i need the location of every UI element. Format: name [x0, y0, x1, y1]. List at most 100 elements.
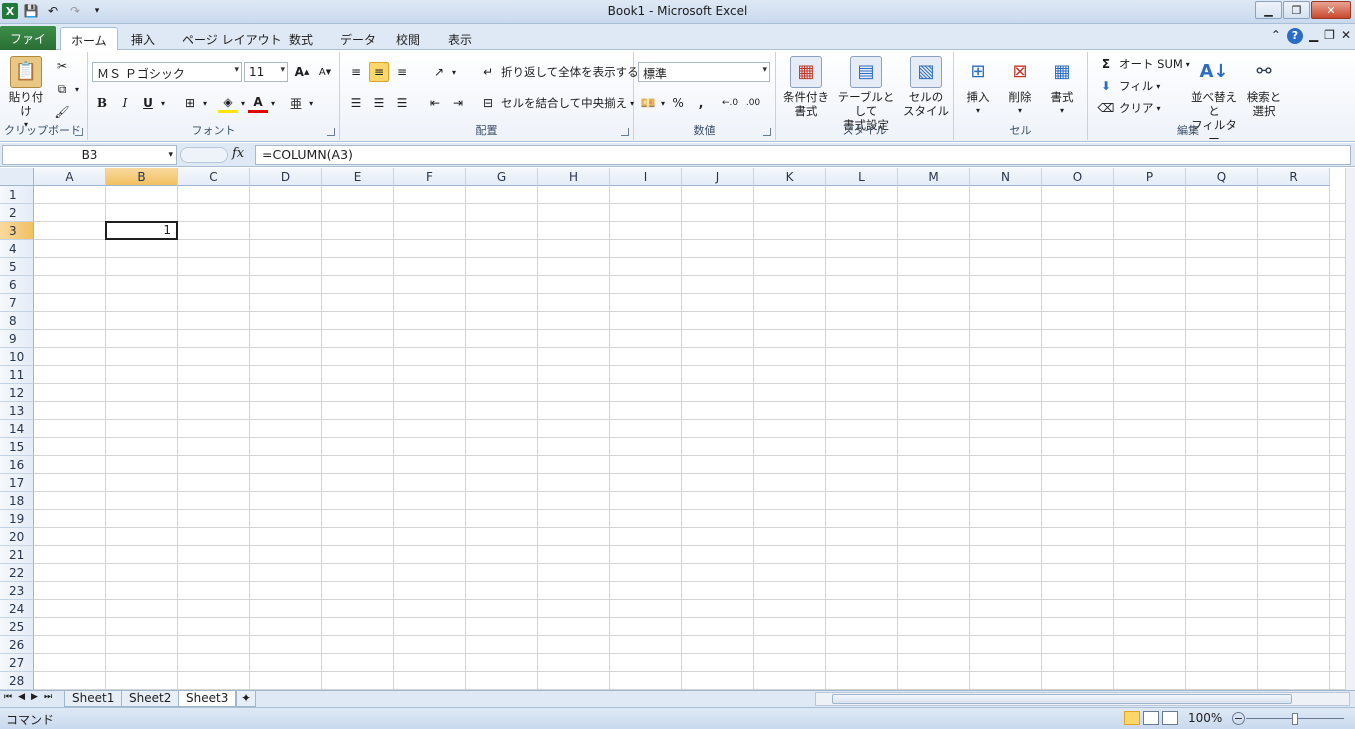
- row-header[interactable]: 22: [0, 564, 34, 582]
- conditional-format-button[interactable]: ▦ 条件付き 書式: [780, 56, 832, 118]
- font-color-icon[interactable]: A: [248, 93, 269, 113]
- column-header[interactable]: B: [106, 168, 178, 186]
- grow-font-icon[interactable]: A ▲: [292, 62, 312, 82]
- column-header[interactable]: G: [466, 168, 538, 186]
- tab-review[interactable]: 校閲: [386, 27, 430, 50]
- autosum-button[interactable]: Σ オート SUM ▾: [1096, 54, 1190, 74]
- align-left-icon[interactable]: ☰: [346, 93, 366, 113]
- row-header[interactable]: 1: [0, 186, 34, 204]
- column-header[interactable]: L: [826, 168, 898, 186]
- orientation-icon[interactable]: ↗: [429, 62, 449, 82]
- zoom-level[interactable]: 100%: [1188, 711, 1222, 725]
- align-top-icon[interactable]: ≡: [346, 62, 366, 82]
- row-header[interactable]: 14: [0, 420, 34, 438]
- dialog-launcher-icon[interactable]: [763, 128, 771, 136]
- format-painter-button[interactable]: 🖌: [52, 102, 72, 122]
- column-header[interactable]: H: [538, 168, 610, 186]
- row-header[interactable]: 21: [0, 546, 34, 564]
- row-header[interactable]: 17: [0, 474, 34, 492]
- dialog-launcher-icon[interactable]: [327, 128, 335, 136]
- format-cells-button[interactable]: ▦ 書式 ▾: [1042, 56, 1082, 118]
- sheet-tab-sheet3[interactable]: Sheet3: [178, 691, 237, 707]
- align-middle-icon[interactable]: ≡: [369, 62, 389, 82]
- currency-icon[interactable]: 💴: [638, 93, 658, 113]
- align-center-icon[interactable]: ☰: [369, 93, 389, 113]
- italic-button[interactable]: I: [115, 93, 135, 113]
- row-header[interactable]: 9: [0, 330, 34, 348]
- dialog-launcher-icon[interactable]: [75, 128, 83, 136]
- column-header[interactable]: P: [1114, 168, 1186, 186]
- select-all-button[interactable]: [0, 168, 34, 186]
- fill-button[interactable]: ⬇ フィル ▾: [1096, 76, 1160, 96]
- column-header[interactable]: K: [754, 168, 826, 186]
- slider-knob[interactable]: [1292, 713, 1298, 725]
- dialog-launcher-icon[interactable]: [621, 128, 629, 136]
- paste-button[interactable]: 📋 貼り付け ▾: [4, 56, 48, 132]
- column-header[interactable]: F: [394, 168, 466, 186]
- find-select-button[interactable]: ⚯ 検索と 選択: [1244, 56, 1284, 119]
- fill-color-icon[interactable]: ◈: [218, 93, 239, 113]
- comma-button[interactable]: ,: [691, 93, 711, 113]
- next-sheet-icon[interactable]: ▶: [31, 692, 38, 702]
- vertical-scrollbar[interactable]: [1345, 168, 1355, 690]
- insert-sheet-icon[interactable]: ✦: [236, 691, 257, 707]
- scroll-thumb[interactable]: [832, 694, 1292, 704]
- row-header[interactable]: 6: [0, 276, 34, 294]
- row-header[interactable]: 4: [0, 240, 34, 258]
- underline-button[interactable]: U: [138, 93, 158, 113]
- tab-formulas[interactable]: 数式: [279, 27, 323, 50]
- clear-button[interactable]: ⌫ クリア ▾: [1096, 98, 1161, 118]
- column-header[interactable]: O: [1042, 168, 1114, 186]
- column-header[interactable]: Q: [1186, 168, 1258, 186]
- tab-view[interactable]: 表示: [438, 27, 482, 50]
- font-size-combo[interactable]: 11 ▾: [244, 62, 288, 82]
- formula-controls[interactable]: [180, 147, 228, 163]
- prev-sheet-icon[interactable]: ◀: [18, 692, 25, 702]
- bold-button[interactable]: B: [92, 93, 112, 113]
- cell-b3[interactable]: 1: [105, 221, 178, 240]
- row-header[interactable]: 16: [0, 456, 34, 474]
- minimize-icon[interactable]: ▁: [1255, 1, 1282, 19]
- row-header[interactable]: 27: [0, 654, 34, 672]
- format-as-table-button[interactable]: ▤ テーブルとして 書式設定: [832, 56, 900, 132]
- font-name-combo[interactable]: ＭＳ Ｐゴシック ▾: [92, 62, 242, 82]
- row-header[interactable]: 26: [0, 636, 34, 654]
- column-header[interactable]: A: [34, 168, 106, 186]
- row-header[interactable]: 18: [0, 492, 34, 510]
- align-bottom-icon[interactable]: ≡: [392, 62, 412, 82]
- normal-view-icon[interactable]: [1124, 711, 1140, 725]
- minimize-ribbon-icon[interactable]: ⌃: [1271, 28, 1281, 44]
- align-right-icon[interactable]: ☰: [392, 93, 412, 113]
- row-header[interactable]: 23: [0, 582, 34, 600]
- worksheet-grid[interactable]: ABCDEFGHIJKLMNOPQR 1 2 3 4 5 6 7 8 9 10 11 12 13 14 15…: [0, 168, 1345, 690]
- decrease-indent-icon[interactable]: ⇤: [425, 93, 445, 113]
- doc-minimize-icon[interactable]: ▁: [1309, 28, 1318, 44]
- first-sheet-icon[interactable]: ⏮: [4, 692, 12, 702]
- last-sheet-icon[interactable]: ⏭: [44, 692, 52, 702]
- column-header[interactable]: N: [970, 168, 1042, 186]
- row-header[interactable]: 28: [0, 672, 34, 690]
- column-header[interactable]: J: [682, 168, 754, 186]
- help-icon[interactable]: ?: [1286, 28, 1303, 44]
- row-header[interactable]: 25: [0, 618, 34, 636]
- column-header[interactable]: C: [178, 168, 250, 186]
- row-header[interactable]: 11: [0, 366, 34, 384]
- tab-home[interactable]: ホーム: [60, 27, 118, 50]
- delete-cells-button[interactable]: ⊠ 削除 ▾: [1000, 56, 1040, 118]
- row-header[interactable]: 2: [0, 204, 34, 222]
- row-header[interactable]: 13: [0, 402, 34, 420]
- column-header[interactable]: D: [250, 168, 322, 186]
- chevron-down-icon[interactable]: ▾: [168, 146, 173, 164]
- row-header[interactable]: 19: [0, 510, 34, 528]
- border-icon[interactable]: ⊞: [180, 93, 200, 113]
- wrap-text-button[interactable]: ↵ 折り返して全体を表示する: [478, 62, 639, 82]
- copy-button[interactable]: ⧉ ▾: [52, 79, 79, 99]
- shrink-font-icon[interactable]: A ▼: [315, 62, 335, 82]
- name-box[interactable]: B3 ▾: [2, 145, 177, 165]
- merge-center-button[interactable]: ⊟ セルを結合して中央揃え ▾: [478, 93, 634, 113]
- row-header[interactable]: 20: [0, 528, 34, 546]
- cut-button[interactable]: ✂: [52, 56, 72, 76]
- phonetic-icon[interactable]: 亜: [286, 93, 306, 113]
- horizontal-scrollbar[interactable]: [815, 692, 1350, 706]
- zoom-out-icon[interactable]: −: [1232, 712, 1245, 725]
